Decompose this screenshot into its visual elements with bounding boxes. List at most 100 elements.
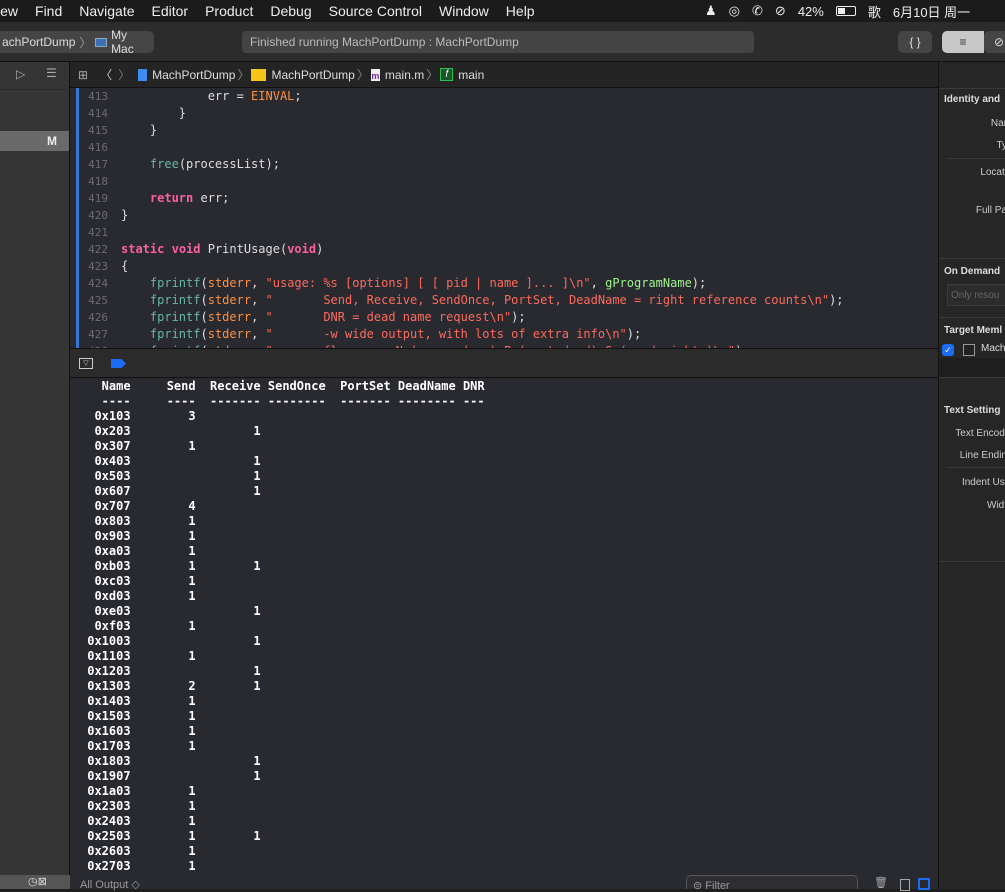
navigator-selected-row[interactable]: M xyxy=(0,131,69,151)
hide-debug-area-button[interactable]: ▽ xyxy=(79,358,93,369)
code-token: , xyxy=(251,276,266,290)
jump-group[interactable]: MachPortDump xyxy=(271,68,354,82)
menu-product[interactable]: Product xyxy=(205,3,253,19)
jump-project[interactable]: MachPortDump xyxy=(152,68,235,82)
console-cell: 0x1703 xyxy=(80,739,131,753)
code-line: 425 fprintf(stderr, " Send, Receive, Sen… xyxy=(70,292,938,309)
console-cell xyxy=(196,544,261,558)
console-cell: 1 xyxy=(195,769,261,783)
target-checkbox[interactable]: ✓ xyxy=(942,344,954,356)
console-row: 0xf03 1 xyxy=(80,619,938,634)
jump-file[interactable]: main.m xyxy=(385,68,424,82)
report-navigator-icon[interactable]: ☰ xyxy=(46,66,57,80)
filter-input[interactable]: ⊜ Filter xyxy=(686,875,858,892)
forward-button[interactable]: 〉 xyxy=(118,66,130,83)
location-label: Locati xyxy=(980,167,1005,178)
output-selector[interactable]: All Output ◇ xyxy=(80,878,140,891)
creative-cloud-icon[interactable]: ◎ xyxy=(729,3,740,19)
breakpoints-toggle-icon[interactable] xyxy=(111,359,126,368)
code-review-button[interactable]: { } xyxy=(898,31,932,53)
variables-view-toggle[interactable] xyxy=(900,879,910,891)
code-token: , xyxy=(251,293,266,307)
menu-find[interactable]: Find xyxy=(35,3,62,19)
menu-help[interactable]: Help xyxy=(506,3,535,19)
console-row: 0x1403 1 xyxy=(80,694,938,709)
console-cell: 0xa03 xyxy=(80,544,131,558)
console-row: 0x1703 1 xyxy=(80,739,938,754)
console-cell: 1 xyxy=(130,529,196,543)
console-view-toggle[interactable] xyxy=(918,878,930,890)
code-line: 413 err = EINVAL; xyxy=(70,88,938,105)
related-items-icon[interactable]: ⊞ xyxy=(78,68,88,82)
console-cell xyxy=(131,754,196,768)
console-cell: 1 xyxy=(195,484,261,498)
clock[interactable]: 6月10日 周一 xyxy=(893,2,970,21)
console-row: 0xe03 1 xyxy=(80,604,938,619)
console-cell: DNR xyxy=(455,379,485,393)
menu-navigate[interactable]: Navigate xyxy=(79,3,134,19)
console-cell: -------- xyxy=(260,394,326,408)
console-row: 0x1a03 1 xyxy=(80,784,938,799)
sync-icon[interactable]: ⊘ xyxy=(775,3,786,19)
console-cell xyxy=(196,844,261,858)
code-token: { xyxy=(121,259,129,273)
console-cell: 0xf03 xyxy=(80,619,131,633)
line-number: 414 xyxy=(88,107,108,120)
line-number: 423 xyxy=(88,260,108,273)
console-cell: 0x307 xyxy=(80,439,131,453)
source-editor[interactable]: 413 err = EINVAL; 414 } 415 } 416 417 free(p… xyxy=(70,88,938,348)
text-settings-header: Text Setting xyxy=(944,405,1001,416)
menu-editor[interactable]: Editor xyxy=(152,3,189,19)
editor-standard-button[interactable]: ≡ xyxy=(942,31,984,53)
code-token: } xyxy=(121,106,187,120)
menu-window[interactable]: Window xyxy=(439,3,489,19)
console-header-row: Name Send Receive SendOnce PortSet DeadN… xyxy=(80,379,938,394)
line-number: 426 xyxy=(88,311,108,324)
qq-icon[interactable]: ♟ xyxy=(705,3,717,19)
console-cell xyxy=(196,859,261,873)
code-token: stderr xyxy=(207,310,252,324)
console-cell: --- xyxy=(455,394,485,408)
console-cell: 1 xyxy=(195,469,261,483)
code-line: 422 static void PrintUsage(void) xyxy=(70,241,938,258)
console-cell: 1 xyxy=(195,679,261,693)
wechat-icon[interactable]: ✆ xyxy=(752,3,763,19)
console-cell xyxy=(131,769,196,783)
back-button[interactable]: 〈 xyxy=(100,66,112,83)
recent-files-icon[interactable]: ◷⊠ xyxy=(28,875,47,888)
code-token: ); xyxy=(511,310,526,324)
input-method[interactable]: 歌 xyxy=(868,2,881,21)
line-number: 413 xyxy=(88,90,108,103)
console-cell: 0x1503 xyxy=(80,709,131,723)
console-cell xyxy=(131,664,196,678)
console-cell: 0x707 xyxy=(80,499,131,513)
project-icon xyxy=(138,68,148,81)
line-number: 421 xyxy=(88,226,108,239)
resource-tags-field[interactable]: Only resou xyxy=(947,284,1005,306)
console-cell: 0x403 xyxy=(80,454,131,468)
filter-placeholder: Filter xyxy=(705,880,730,892)
code-text: fprintf(stderr, " DNR = dead name reques… xyxy=(121,309,526,326)
editor-assistant-button[interactable]: ⊘ xyxy=(984,31,1005,53)
console-cell: 3 xyxy=(130,409,196,423)
console-cell: 1 xyxy=(130,799,196,813)
console-cell: 0x2503 xyxy=(80,829,131,843)
function-icon: f xyxy=(440,68,454,81)
menu-iew[interactable]: iew xyxy=(0,3,18,19)
battery-icon[interactable] xyxy=(835,6,856,16)
menu-source-control[interactable]: Source Control xyxy=(329,3,422,19)
code-token: fprintf xyxy=(149,310,201,324)
trash-icon[interactable]: 🗑 xyxy=(874,876,888,889)
code-token: fprintf xyxy=(149,327,201,341)
navigator-filter-bar[interactable]: ◷⊠ xyxy=(0,875,70,889)
menu-debug[interactable]: Debug xyxy=(270,3,311,19)
name-label: Nar xyxy=(990,118,1005,129)
jump-symbol[interactable]: main xyxy=(458,68,484,82)
breakpoint-navigator-icon[interactable]: ▷ xyxy=(16,67,25,81)
scheme-selector[interactable]: achPortDump 〉 My Mac xyxy=(0,28,154,56)
console-cell xyxy=(196,649,261,663)
console-cell: 1 xyxy=(130,784,196,798)
console-output[interactable]: Name Send Receive SendOnce PortSet DeadN… xyxy=(70,378,938,875)
console-cell xyxy=(196,529,261,543)
terminal-target-icon xyxy=(963,344,975,356)
